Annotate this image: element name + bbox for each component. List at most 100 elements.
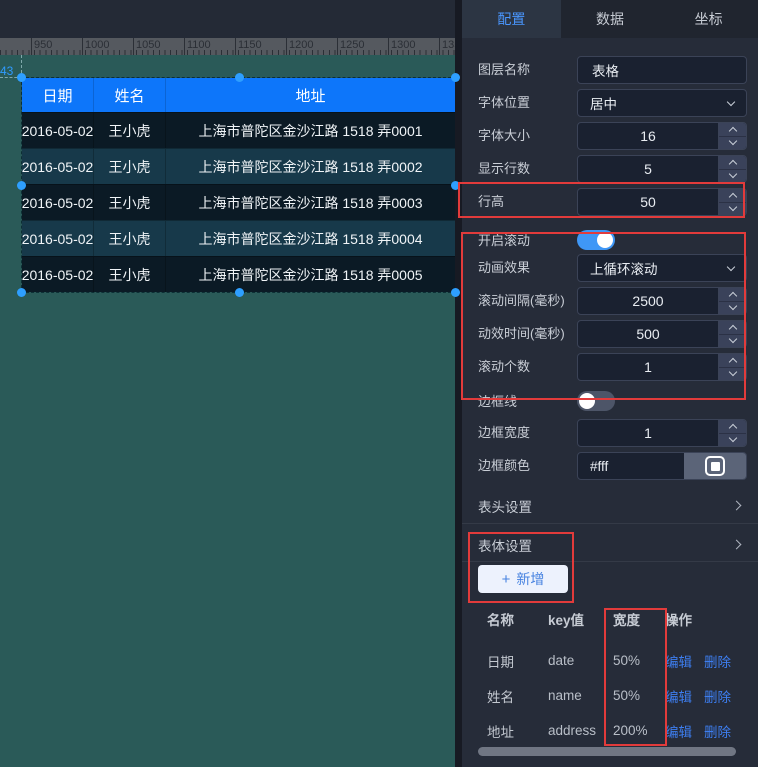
increment-button[interactable] <box>719 123 746 137</box>
cell-name: 王小虎 <box>94 185 166 220</box>
resize-handle-mid-right[interactable] <box>451 181 460 190</box>
col-header-ops: 操作 <box>665 609 758 629</box>
color-picker-button[interactable] <box>684 453 746 479</box>
increment-button[interactable] <box>719 288 746 302</box>
border-color-input[interactable]: #fff <box>578 459 684 474</box>
row-count-stepper[interactable]: 5 <box>577 155 747 183</box>
cell-address: 上海市普陀区金沙江路 1518 弄0005 <box>166 257 455 292</box>
delete-link[interactable]: 删除 <box>704 721 731 741</box>
tab-data[interactable]: 数据 <box>561 0 660 38</box>
chevron-up-icon <box>728 424 736 432</box>
edit-link[interactable]: 编辑 <box>665 686 692 706</box>
field-row-count: 显示行数 5 <box>462 155 758 183</box>
increment-button[interactable] <box>719 321 746 335</box>
resize-handle-top-left[interactable] <box>17 73 26 82</box>
section-label: 表头设置 <box>478 496 532 516</box>
columns-table-row: 日期 date 50% 编辑删除 <box>462 643 758 678</box>
field-row-height: 行高 50 <box>462 188 758 216</box>
chevron-down-icon <box>728 170 736 178</box>
edit-link[interactable]: 编辑 <box>665 721 692 741</box>
field-animation-effect: 动画效果 上循环滚动 <box>462 254 758 282</box>
field-label: 显示行数 <box>478 155 530 183</box>
columns-table-row: 地址 address 200% 编辑删除 <box>462 713 758 748</box>
data-table-header: 日期 姓名 地址 <box>22 78 455 112</box>
table-row: 2016-05-02 王小虎 上海市普陀区金沙江路 1518 弄0004 <box>22 220 455 256</box>
ruler-tick <box>337 38 338 55</box>
resize-handle-bottom-center[interactable] <box>235 288 244 297</box>
ruler-label: 1300 <box>391 39 415 51</box>
chevron-down-icon <box>728 434 736 442</box>
delete-link[interactable]: 删除 <box>704 686 731 706</box>
color-swatch-icon <box>705 456 725 476</box>
decrement-button[interactable] <box>719 203 746 216</box>
effect-duration-value: 500 <box>578 326 718 342</box>
decrement-button[interactable] <box>719 335 746 348</box>
tab-config[interactable]: 配置 <box>462 0 561 38</box>
section-body-settings[interactable]: 表体设置 <box>462 528 758 562</box>
animation-effect-select[interactable]: 上循环滚动 <box>577 254 747 282</box>
horizontal-ruler: 95010001050110011501200125013001350 <box>0 38 455 55</box>
layer-name-value: 表格 <box>578 60 619 80</box>
ruler-tick <box>31 38 32 55</box>
increment-button[interactable] <box>719 420 746 434</box>
decrement-button[interactable] <box>719 434 746 447</box>
tab-coordinates[interactable]: 坐标 <box>659 0 758 38</box>
panel-body: 图层名称 表格 字体位置 居中 字体大小 16 显示行数 <box>462 38 758 767</box>
row-height-value: 50 <box>578 194 718 210</box>
scroll-interval-stepper[interactable]: 2500 <box>577 287 747 315</box>
ruler-tick <box>184 38 185 55</box>
chevron-down-icon <box>728 368 736 376</box>
effect-duration-stepper[interactable]: 500 <box>577 320 747 348</box>
toggle-knob <box>579 393 595 409</box>
border-width-stepper[interactable]: 1 <box>577 419 747 447</box>
font-position-select[interactable]: 居中 <box>577 89 747 117</box>
layer-name-input[interactable]: 表格 <box>577 56 747 84</box>
field-font-position: 字体位置 居中 <box>462 89 758 117</box>
field-scroll-enabled: 开启滚动 <box>462 230 758 252</box>
section-header-settings[interactable]: 表头设置 <box>462 488 758 524</box>
panel-tabbar: 配置 数据 坐标 <box>462 0 758 38</box>
table-widget[interactable]: 日期 姓名 地址 2016-05-02 王小虎 上海市普陀区金沙江路 1518 … <box>22 78 455 292</box>
field-label: 动画效果 <box>478 254 530 282</box>
border-color-control: #fff <box>577 452 747 480</box>
chevron-up-icon <box>728 127 736 135</box>
font-size-value: 16 <box>578 128 718 144</box>
ruler-tick <box>286 38 287 55</box>
scroll-count-stepper[interactable]: 1 <box>577 353 747 381</box>
animation-effect-value: 上循环滚动 <box>590 258 658 278</box>
col-header-name: 名称 <box>487 609 548 629</box>
horizontal-scrollbar[interactable] <box>478 747 736 756</box>
resize-handle-bottom-left[interactable] <box>17 288 26 297</box>
decrement-button[interactable] <box>719 137 746 150</box>
chevron-down-icon <box>728 137 736 145</box>
cell-address: 上海市普陀区金沙江路 1518 弄0002 <box>166 149 455 184</box>
chevron-down-icon <box>727 97 735 105</box>
decrement-button[interactable] <box>719 368 746 381</box>
col-header-width: 宽度 <box>613 609 665 629</box>
increment-button[interactable] <box>719 354 746 368</box>
increment-button[interactable] <box>719 189 746 203</box>
field-label: 边框宽度 <box>478 419 530 447</box>
resize-handle-top-right[interactable] <box>451 73 460 82</box>
table-row: 2016-05-02 王小虎 上海市普陀区金沙江路 1518 弄0003 <box>22 184 455 220</box>
delete-link[interactable]: 删除 <box>704 651 731 671</box>
row-height-stepper[interactable]: 50 <box>577 188 747 216</box>
scroll-enabled-toggle[interactable] <box>577 230 615 250</box>
resize-handle-mid-left[interactable] <box>17 181 26 190</box>
ruler-tick <box>133 38 134 55</box>
ruler-label: 1250 <box>340 39 364 51</box>
border-line-toggle[interactable] <box>577 391 615 411</box>
toggle-knob <box>597 232 613 248</box>
resize-handle-bottom-right[interactable] <box>451 288 460 297</box>
chevron-up-icon <box>728 325 736 333</box>
increment-button[interactable] <box>719 156 746 170</box>
edit-link[interactable]: 编辑 <box>665 651 692 671</box>
decrement-button[interactable] <box>719 170 746 183</box>
ruler-tick <box>439 38 440 55</box>
resize-handle-top-center[interactable] <box>235 73 244 82</box>
add-column-button[interactable]: + 新增 <box>478 565 568 593</box>
ruler-tick <box>235 38 236 55</box>
design-canvas[interactable]: 43 日期 姓名 地址 2016-05-02 王小虎 上海市普陀区 <box>0 55 455 767</box>
font-size-stepper[interactable]: 16 <box>577 122 747 150</box>
decrement-button[interactable] <box>719 302 746 315</box>
